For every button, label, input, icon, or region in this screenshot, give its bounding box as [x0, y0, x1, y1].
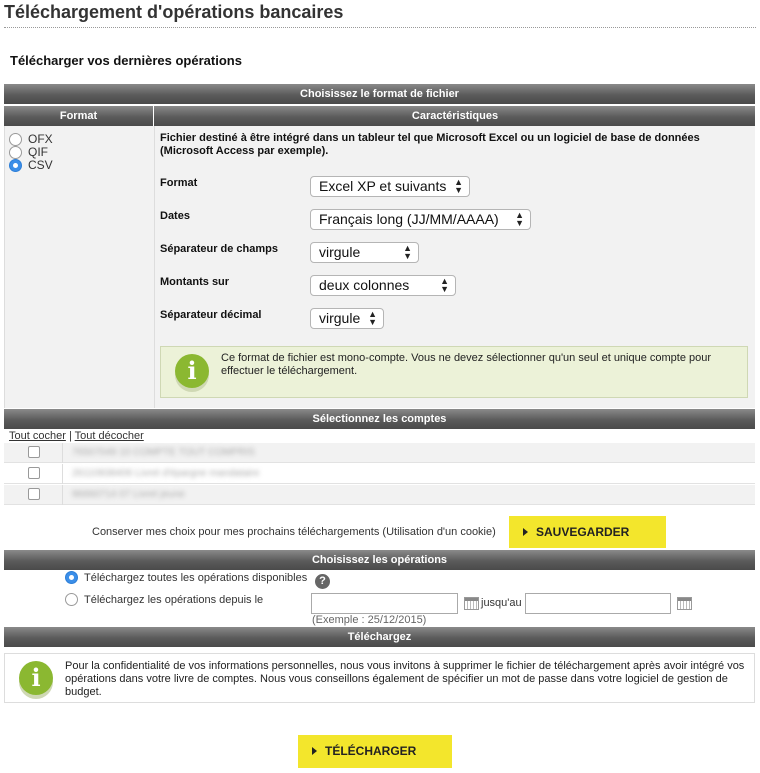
- download-button[interactable]: TÉLÉCHARGER: [298, 735, 452, 768]
- format-select-value: Excel XP et suivants: [319, 178, 447, 194]
- dates-label: Dates: [160, 210, 190, 222]
- operations-section-title: Choisissez les opérations: [311, 554, 448, 566]
- format-option-csv[interactable]: CSV: [9, 158, 53, 172]
- account-checkbox[interactable]: [28, 446, 40, 458]
- account-checkbox[interactable]: [28, 488, 40, 500]
- format-option-ofx[interactable]: OFX: [9, 132, 53, 146]
- amounts-select[interactable]: deux colonnes ▲ ▼: [310, 275, 456, 296]
- account-name: 96660714 07 Livret jeune: [72, 489, 185, 500]
- format-column: OFX QIF CSV: [5, 126, 155, 408]
- format-column-headers: Format Caractéristiques: [4, 106, 755, 126]
- decimal-separator-label: Séparateur décimal: [160, 309, 262, 321]
- mono-account-info-text: Ce format de fichier est mono-compte. Vo…: [221, 352, 712, 377]
- option-all-operations-label: Téléchargez toutes les opérations dispon…: [84, 571, 308, 584]
- title-divider: [4, 27, 756, 28]
- until-label: jusqu'au: [481, 597, 522, 609]
- amounts-select-value: deux colonnes: [319, 277, 410, 293]
- amounts-label: Montants sur: [160, 276, 230, 288]
- field-separator-select[interactable]: virgule ▲ ▼: [310, 242, 419, 263]
- account-name: 26110838406 Livret d'épargne mandataire: [72, 468, 260, 479]
- download-section-title: Téléchargez: [347, 631, 412, 643]
- save-button-label: SAUVEGARDER: [536, 525, 630, 539]
- option-since-date-label: Téléchargez les opérations depuis le: [84, 593, 264, 606]
- format-option-label: CSV: [28, 158, 53, 172]
- account-divider: [62, 464, 63, 484]
- account-name: 76507049 10 COMPTE TOUT COMPRIS: [72, 447, 255, 458]
- select-arrows-icon: ▲ ▼: [368, 309, 377, 327]
- from-date-input[interactable]: [311, 593, 458, 614]
- calendar-icon[interactable]: [677, 597, 692, 610]
- download-button-label: TÉLÉCHARGER: [325, 744, 417, 758]
- save-button[interactable]: SAUVEGARDER: [509, 516, 666, 548]
- keep-choices-text: Conserver mes choix pour mes prochains t…: [92, 526, 496, 538]
- dates-select[interactable]: Français long (JJ/MM/AAAA) ▲ ▼: [310, 209, 531, 230]
- calendar-icon[interactable]: [464, 597, 479, 610]
- radio-csv[interactable]: [9, 158, 22, 172]
- format-option-label: OFX: [28, 132, 53, 146]
- format-option-label: QIF: [28, 145, 48, 159]
- info-icon: i: [175, 354, 209, 388]
- radio-all-operations[interactable]: [65, 571, 78, 584]
- format-section-title: Choisissez le format de fichier: [300, 88, 459, 100]
- help-icon[interactable]: ?: [315, 574, 330, 589]
- select-arrows-icon: ▲ ▼: [454, 177, 463, 195]
- to-date-input[interactable]: [525, 593, 671, 614]
- field-separator-value: virgule: [319, 244, 361, 260]
- decimal-separator-select[interactable]: virgule ▲ ▼: [310, 308, 384, 329]
- features-column-header: Caractéristiques: [411, 110, 499, 122]
- date-example: (Exemple : 25/12/2015): [312, 614, 427, 626]
- info-icon: i: [19, 661, 53, 695]
- account-row[interactable]: 96660714 07 Livret jeune: [4, 485, 755, 505]
- account-divider: [62, 485, 63, 505]
- select-arrows-icon: ▲ ▼: [440, 276, 449, 294]
- radio-since-date[interactable]: [65, 593, 78, 606]
- decimal-separator-value: virgule: [319, 310, 361, 326]
- dates-select-value: Français long (JJ/MM/AAAA): [319, 211, 499, 227]
- select-arrows-icon: ▲ ▼: [515, 210, 524, 228]
- radio-qif[interactable]: [9, 145, 22, 159]
- confidentiality-info-text: Pour la confidentialité de vos informati…: [65, 660, 745, 698]
- confidentiality-info-box: i Pour la confidentialité de vos informa…: [4, 653, 755, 703]
- play-triangle-icon: [312, 747, 317, 755]
- play-triangle-icon: [523, 528, 528, 536]
- download-section-header: Téléchargez: [4, 627, 755, 647]
- field-separator-label: Séparateur de champs: [160, 243, 278, 255]
- links-separator: |: [68, 430, 72, 442]
- account-row[interactable]: 26110838406 Livret d'épargne mandataire: [4, 464, 755, 484]
- radio-ofx[interactable]: [9, 132, 22, 146]
- accounts-section-title: Sélectionnez les comptes: [312, 413, 447, 425]
- uncheck-all-link[interactable]: Tout décocher: [75, 430, 144, 442]
- account-divider: [62, 443, 63, 463]
- format-description: Fichier destiné à être intégré dans un t…: [160, 132, 700, 157]
- account-checkbox[interactable]: [28, 467, 40, 479]
- operations-section-header: Choisissez les opérations: [4, 550, 755, 570]
- format-option-qif[interactable]: QIF: [9, 145, 48, 159]
- option-all-operations[interactable]: Téléchargez toutes les opérations dispon…: [65, 571, 307, 584]
- page-title: Téléchargement d'opérations bancaires: [4, 2, 344, 22]
- format-select[interactable]: Excel XP et suivants ▲ ▼: [310, 176, 470, 197]
- check-all-link[interactable]: Tout cocher: [9, 430, 66, 442]
- account-row[interactable]: 76507049 10 COMPTE TOUT COMPRIS: [4, 443, 755, 463]
- mono-account-info-box: i Ce format de fichier est mono-compte. …: [160, 346, 748, 398]
- accounts-section-header: Sélectionnez les comptes: [4, 409, 755, 429]
- select-arrows-icon: ▲ ▼: [403, 243, 412, 261]
- check-links: Tout cocher | Tout décocher: [9, 430, 144, 442]
- option-since-date[interactable]: Téléchargez les opérations depuis le: [65, 593, 263, 606]
- format-column-header: Format: [4, 106, 154, 126]
- format-section-header: Choisissez le format de fichier: [4, 84, 755, 104]
- format-label: Format: [160, 177, 198, 189]
- page-subtitle: Télécharger vos dernières opérations: [10, 53, 242, 68]
